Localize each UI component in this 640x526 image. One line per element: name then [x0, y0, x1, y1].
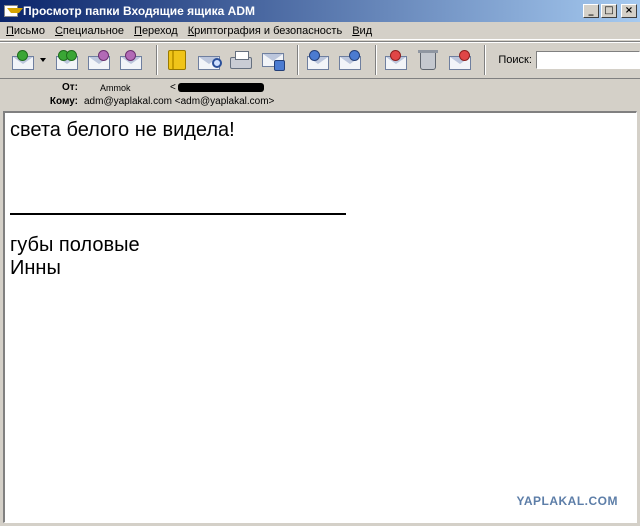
prev-message-button[interactable] — [305, 45, 332, 75]
message-body: света белого не видела! губы половые Инн… — [3, 111, 637, 523]
delete-message-icon — [448, 50, 471, 70]
redirect-button[interactable] — [118, 45, 145, 75]
menu-item-view[interactable]: Вид — [352, 25, 372, 37]
search-label: Поиск: — [498, 54, 532, 66]
window-title: Просмотр папки Входящие ящика ADM — [23, 4, 256, 18]
menu-item-crypto[interactable]: Криптография и безопасность — [188, 25, 342, 37]
delete-message-button[interactable] — [447, 45, 474, 75]
save-button[interactable] — [259, 45, 286, 75]
address-book-icon — [166, 50, 188, 70]
toolbar-separator — [297, 45, 299, 75]
toolbar-separator — [484, 45, 487, 75]
forward-button[interactable] — [86, 45, 113, 75]
from-name[interactable]: Ammok — [100, 83, 131, 93]
menu-item-message[interactable]: Письмо — [6, 25, 45, 37]
message-line: губы половые — [10, 234, 140, 256]
printer-icon — [229, 50, 252, 70]
menu-item-go[interactable]: Переход — [134, 25, 178, 37]
next-message-button[interactable] — [337, 45, 364, 75]
redacted-address — [178, 83, 264, 92]
prev-message-icon — [307, 50, 330, 70]
reply-button[interactable] — [54, 45, 81, 75]
forward-icon — [88, 50, 111, 70]
get-mail-dropdown-icon[interactable] — [39, 58, 46, 62]
minimize-button[interactable]: _ — [583, 4, 599, 18]
next-message-icon — [339, 50, 362, 70]
message-line: Инны — [10, 257, 61, 279]
window-controls: _ □ × — [583, 4, 637, 18]
print-button[interactable] — [227, 45, 254, 75]
title-bar: Просмотр папки Входящие ящика ADM _ □ × — [0, 0, 640, 22]
junk-icon — [385, 50, 408, 70]
from-address-prefix: < — [170, 82, 176, 93]
menu-bar: Письмо Специальное Переход Криптография … — [0, 22, 640, 40]
mark-junk-button[interactable] — [383, 45, 410, 75]
search-input[interactable] — [535, 51, 640, 69]
find-button[interactable] — [195, 45, 222, 75]
save-icon — [261, 50, 285, 71]
watermark: YAPLAKAL.COM — [516, 494, 618, 508]
get-mail-icon — [12, 50, 35, 70]
divider — [10, 213, 346, 215]
message-line: света белого не видела! — [10, 119, 235, 141]
get-mail-button[interactable] — [10, 45, 37, 75]
to-address[interactable]: adm@yaplakal.com <adm@yaplakal.com> — [84, 96, 274, 107]
maximize-button[interactable]: □ — [601, 4, 617, 18]
to-label: Кому: — [49, 96, 78, 107]
redirect-icon — [120, 50, 143, 70]
toolbar-separator — [155, 45, 158, 75]
toolbar: Поиск: — [0, 41, 640, 79]
from-label: От: — [61, 82, 78, 93]
delete-button[interactable] — [415, 45, 442, 75]
menu-item-special[interactable]: Специальное — [55, 25, 124, 37]
message-header: От: Ammok < Кому: adm@yaplakal.com <adm@… — [0, 80, 640, 110]
address-book-button[interactable] — [164, 45, 191, 75]
close-button[interactable]: × — [621, 4, 637, 18]
reply-icon — [56, 50, 79, 70]
trash-icon — [417, 50, 439, 70]
toolbar-separator — [374, 45, 377, 75]
folder-view-icon — [4, 5, 23, 17]
find-icon — [197, 50, 222, 70]
